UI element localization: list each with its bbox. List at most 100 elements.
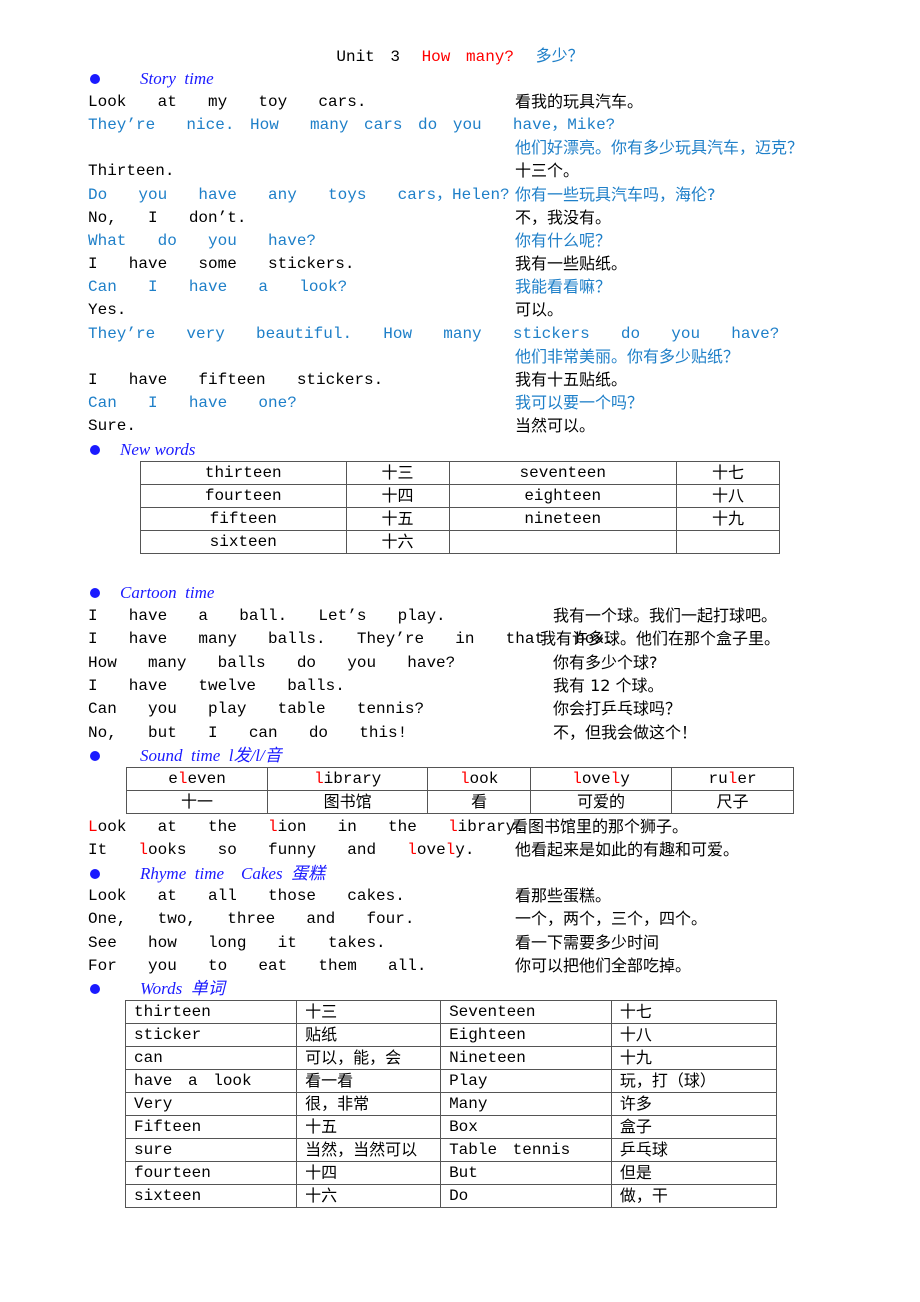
story-line-zh: 他们非常美丽。你有多少贴纸？	[515, 347, 740, 366]
section-heading-rhyme: Rhyme time Cakes 蛋糕	[140, 864, 326, 883]
text-segment: e	[168, 770, 178, 788]
table-row: eleven library look lovely ruler	[125, 767, 794, 791]
table-cell: 十五	[345, 507, 450, 531]
table-cell: 十五	[296, 1115, 442, 1139]
table-cell: 十八	[675, 484, 781, 508]
text-segment: ooks so funny and	[148, 841, 408, 859]
rhyme-line-en: See how long it takes.	[88, 933, 386, 952]
highlight-letter: L	[88, 818, 98, 836]
highlight-letter: l	[314, 770, 324, 788]
table-cell	[675, 530, 781, 554]
story-line-en: Can I have one?	[88, 394, 297, 412]
rhyme-line-en: For you to eat them all.	[88, 956, 427, 975]
section-heading-words: Words 单词	[140, 979, 225, 998]
table-row: Fifteen 十五 Box 盒子	[124, 1115, 778, 1139]
story-line-zh: 我能看看嘛？	[515, 277, 612, 296]
highlight-letter: l	[268, 818, 278, 836]
table-cell: thirteen	[140, 461, 347, 485]
table-cell: fifteen	[140, 507, 347, 531]
story-line-zh: 我有十五贴纸。	[515, 370, 628, 389]
sound-sentence-zh: 看图书馆里的那个狮子。	[512, 817, 689, 836]
table-cell: 看一看	[296, 1069, 442, 1093]
table-cell: Nineteen	[440, 1046, 612, 1070]
table-cell: Many	[440, 1092, 612, 1116]
sound-sentence-zh: 他看起来是如此的有趣和可爱。	[515, 840, 740, 859]
table-cell: 十六	[296, 1184, 442, 1208]
text-segment: ru	[708, 770, 728, 788]
section-heading-sound: Sound time l发/l/音	[140, 746, 282, 765]
sound-table: eleven library look lovely ruler 十一 图书馆看可爱的 尺子	[125, 767, 794, 814]
cartoon-line-zh: 你有多少个球?	[553, 652, 658, 672]
rhyme-line-zh: 看那些蛋糕。	[515, 886, 612, 905]
table-cell: sixteen	[140, 530, 347, 554]
sound-word-cell: eleven	[125, 767, 269, 791]
table-cell: 十七	[675, 461, 781, 485]
title-chinese: 多少？	[535, 46, 584, 65]
story-line-en: No, I don’t.	[88, 209, 247, 227]
story-line-en: Look at my toy cars.	[88, 93, 367, 111]
story-line-en: I have fifteen stickers.	[88, 371, 384, 389]
table-cell: 玩，打（球）	[610, 1069, 778, 1093]
table-cell: Play	[440, 1069, 612, 1093]
table-cell: Table tennis	[440, 1138, 612, 1162]
story-line-zh: 你有什么呢？	[515, 231, 612, 250]
sound-word-cell: lovely	[529, 767, 673, 791]
cartoon-line-en: No, but I can do this!	[88, 723, 408, 742]
table-row: sixteen 十六	[140, 530, 781, 554]
table-cell: 盒子	[610, 1115, 778, 1139]
table-cell: 十六	[345, 530, 450, 554]
table-cell: 许多	[610, 1092, 778, 1116]
story-line-en: Can I have a look?	[88, 278, 348, 296]
text-segment: ove	[581, 770, 611, 788]
cartoon-line-zh: 我有一个球。我们一起打球吧。	[553, 606, 778, 625]
story-line-en: Thirteen.	[88, 162, 175, 180]
bullet-icon	[90, 751, 100, 761]
table-cell: 但是	[610, 1161, 778, 1185]
story-line-zh: 当然可以。	[515, 416, 596, 435]
sound-meaning-cell: 十一	[125, 790, 269, 814]
section-heading-story: Story time	[140, 69, 214, 88]
story-line-zh: 十三个。	[515, 161, 580, 180]
table-cell: fourteen	[140, 484, 347, 508]
table-cell: sticker	[124, 1023, 298, 1047]
story-line-zh: 我有一些贴纸。	[515, 254, 628, 273]
table-row: fourteen 十四 But 但是	[124, 1161, 778, 1185]
sound-meaning-cell: 图书馆	[267, 790, 429, 814]
rhyme-line-zh: 一个，两个，三个，四个。	[515, 909, 708, 929]
table-cell: Fifteen	[124, 1115, 298, 1139]
cartoon-line-zh: 不，但我会做这个！	[553, 722, 698, 742]
table-cell: seventeen	[448, 461, 677, 485]
table-cell: sure	[124, 1138, 298, 1162]
section-heading-new-words: New words	[120, 440, 196, 459]
story-line-en: I have some stickers.	[88, 255, 355, 273]
table-row: can 可以，能，会 Nineteen 十九	[124, 1046, 778, 1070]
text-segment: It	[88, 841, 139, 859]
text-segment: er	[737, 770, 757, 788]
highlight-letter: l	[572, 770, 582, 788]
rhyme-line-en: One, two, three and four.	[88, 910, 415, 929]
cartoon-line-en: I have twelve balls.	[88, 676, 345, 695]
table-cell: Box	[440, 1115, 612, 1139]
table-cell: 十九	[675, 507, 781, 531]
bullet-icon	[90, 445, 100, 455]
story-line-en: They’re nice. How many cars do you have，…	[88, 116, 616, 134]
highlight-letter: l	[727, 770, 738, 788]
sound-meaning-cell: 尺子	[671, 790, 794, 814]
table-row: fourteen 十四 eighteen 十八	[140, 484, 781, 508]
cartoon-line-en: I have a ball. Let’s play.	[88, 607, 446, 625]
story-line-zh: 不，我没有。	[515, 208, 612, 227]
sound-meaning-cell: 可爱的	[529, 790, 673, 814]
table-cell: Do	[440, 1184, 612, 1208]
highlight-letter: l	[448, 818, 458, 836]
highlight-letter: l	[138, 841, 149, 859]
highlight-letter: l	[459, 770, 470, 788]
sound-word-cell: look	[427, 767, 531, 791]
table-cell: 十三	[345, 461, 450, 485]
bullet-icon	[90, 869, 100, 879]
table-cell: nineteen	[448, 507, 677, 531]
cartoon-line-en: How many balls do you have?	[88, 653, 456, 672]
table-cell: 十四	[296, 1161, 442, 1185]
rhyme-line-en: Look at all those cakes.	[88, 887, 405, 905]
rhyme-line-zh: 你可以把他们全部吃掉。	[515, 955, 692, 975]
highlight-letter: l	[407, 841, 417, 859]
